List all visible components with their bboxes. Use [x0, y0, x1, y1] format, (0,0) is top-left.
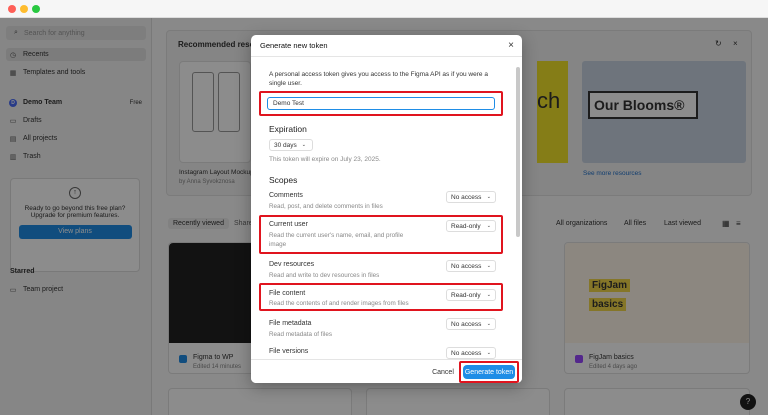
- chevron-down-icon: ⌄: [486, 321, 491, 327]
- scope-desc: Read and write to dev resources in files: [269, 272, 380, 279]
- expiration-note: This token will expire on July 23, 2025.: [269, 156, 381, 163]
- dialog-footer: Cancel Generate token: [251, 359, 522, 383]
- scope-value: No access: [451, 193, 482, 201]
- generate-token-dialog: Generate new token × A personal access t…: [251, 35, 522, 383]
- scope-desc: Read the current user's name, email, and…: [269, 232, 404, 248]
- scope-name: File content: [269, 290, 306, 297]
- chevron-down-icon: ⌄: [486, 194, 491, 200]
- expiration-value: 30 days: [274, 141, 297, 149]
- scopes-label: Scopes: [269, 175, 298, 185]
- scope-name: File metadata: [269, 320, 312, 327]
- scope-value: Read-only: [451, 222, 481, 230]
- dialog-header: Generate new token ×: [251, 35, 522, 57]
- scope-name: File versions: [269, 348, 309, 355]
- scope-select[interactable]: Read-only ⌄: [446, 220, 496, 232]
- scope-name: Comments: [269, 192, 303, 199]
- scope-select[interactable]: No access ⌄: [446, 191, 496, 203]
- expiration-label: Expiration: [269, 124, 307, 134]
- dialog-intro: A personal access token gives you access…: [269, 71, 488, 87]
- scope-value: No access: [451, 349, 482, 357]
- scope-desc: Read metadata of files: [269, 331, 333, 338]
- chevron-down-icon: ⌄: [301, 142, 306, 148]
- chevron-down-icon: ⌄: [486, 292, 491, 298]
- title-bar: [0, 0, 768, 18]
- generate-token-button[interactable]: Generate token: [463, 365, 515, 379]
- close-window-button[interactable]: [8, 5, 16, 13]
- scope-desc: Read, post, and delete comments in files: [269, 203, 383, 210]
- close-icon[interactable]: ×: [508, 40, 514, 51]
- token-name-input[interactable]: Demo Test: [267, 97, 495, 110]
- scope-name: Dev resources: [269, 261, 315, 268]
- scope-select[interactable]: No access ⌄: [446, 347, 496, 359]
- scope-desc: Read the contents of and render images f…: [269, 300, 409, 307]
- expiration-select[interactable]: 30 days ⌄: [269, 139, 313, 151]
- chevron-down-icon: ⌄: [486, 350, 491, 356]
- cancel-button[interactable]: Cancel: [427, 365, 459, 379]
- maximize-window-button[interactable]: [32, 5, 40, 13]
- scope-name: Current user: [269, 221, 308, 228]
- minimize-window-button[interactable]: [20, 5, 28, 13]
- scope-value: No access: [451, 320, 482, 328]
- scope-value: Read-only: [451, 291, 481, 299]
- scope-select[interactable]: No access ⌄: [446, 260, 496, 272]
- dialog-scrollbar[interactable]: [516, 67, 520, 237]
- scope-value: No access: [451, 262, 482, 270]
- scope-select[interactable]: No access ⌄: [446, 318, 496, 330]
- scope-select[interactable]: Read-only ⌄: [446, 289, 496, 301]
- dialog-title: Generate new token: [260, 41, 328, 50]
- app-window: ⌕ Search for anything ◷ Recents ▦ Templa…: [0, 0, 768, 415]
- chevron-down-icon: ⌄: [486, 263, 491, 269]
- chevron-down-icon: ⌄: [486, 223, 491, 229]
